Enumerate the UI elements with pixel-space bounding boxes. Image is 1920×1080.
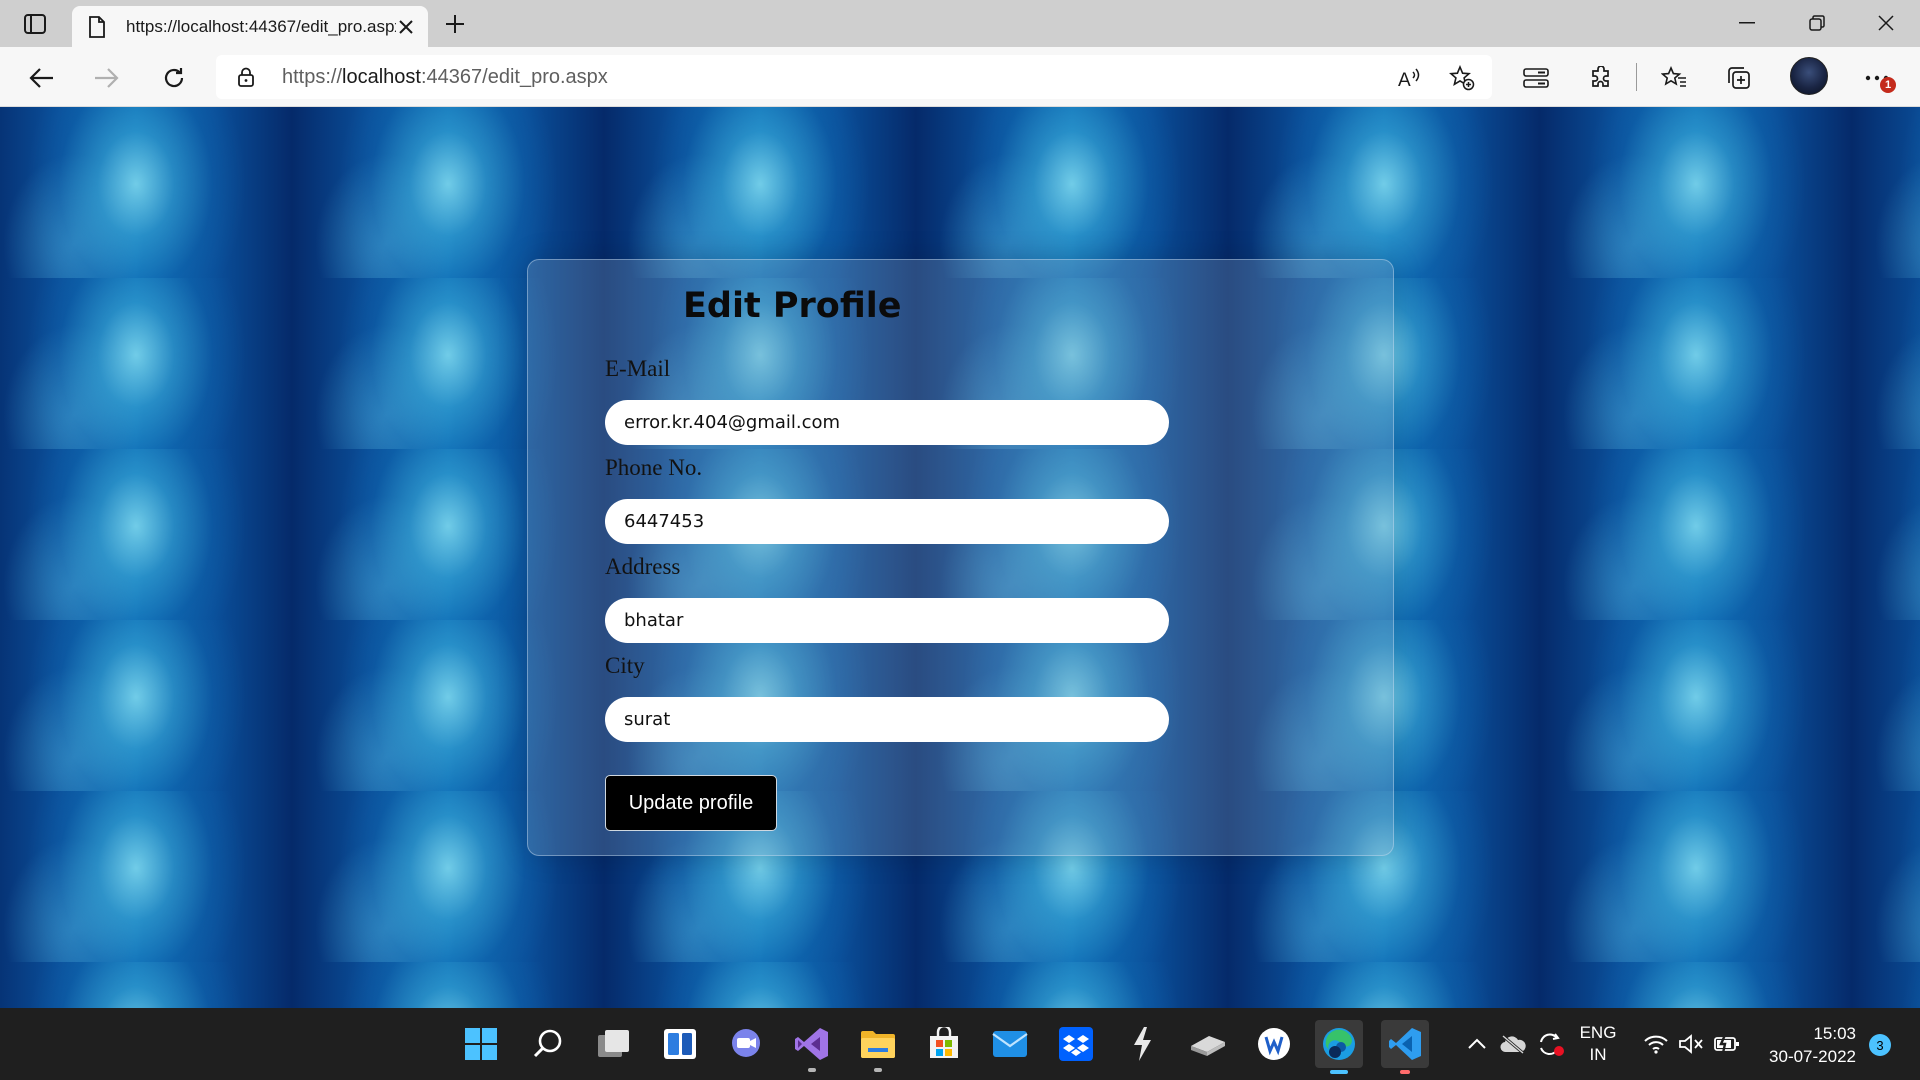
tab-actions-icon[interactable] [18, 10, 52, 38]
lock-icon[interactable] [236, 67, 256, 87]
bolt-app-icon[interactable] [1120, 1022, 1164, 1066]
volume-muted-icon[interactable] [1676, 1008, 1706, 1080]
email-field[interactable] [605, 400, 1169, 445]
profile-avatar[interactable] [1790, 57, 1828, 95]
microsoft-store-icon[interactable] [922, 1022, 966, 1066]
vscode-icon[interactable] [1381, 1020, 1429, 1074]
task-view-icon[interactable] [592, 1022, 636, 1066]
edge-icon[interactable] [1315, 1020, 1363, 1074]
edit-profile-card: Edit Profile E-Mail Phone No. Address Ci… [527, 259, 1394, 856]
page-viewport: Edit Profile E-Mail Phone No. Address Ci… [0, 107, 1920, 1008]
refresh-icon[interactable] [157, 61, 191, 95]
favorites-icon[interactable] [1657, 61, 1691, 95]
email-label: E-Mail [605, 356, 671, 381]
address-bar[interactable]: https://localhost:44367/edit_pro.aspx A [216, 55, 1492, 99]
active-tab[interactable]: https://localhost:44367/edit_pro.aspx [72, 6, 428, 47]
svg-text:A: A [1398, 70, 1411, 90]
show-hidden-icons-icon[interactable] [1464, 1008, 1490, 1080]
url-path: :44367/edit_pro.aspx [420, 66, 608, 88]
teams-chat-icon[interactable] [724, 1022, 768, 1066]
clock-date: 30-07-2022 [1769, 1047, 1856, 1066]
drive-app-icon[interactable] [1186, 1022, 1230, 1066]
browser-toolbar: https://localhost:44367/edit_pro.aspx A … [0, 47, 1920, 107]
language-code: ENG [1579, 1023, 1617, 1042]
dropbox-icon[interactable] [1054, 1022, 1098, 1066]
collections-icon[interactable] [1722, 61, 1756, 95]
url-protocol: https:// [282, 66, 343, 88]
visual-studio-icon[interactable] [790, 1022, 834, 1072]
close-window-icon[interactable] [1866, 8, 1906, 38]
tab-title: https://localhost:44367/edit_pro.aspx [126, 17, 396, 36]
url-text[interactable]: https://localhost:44367/edit_pro.aspx [282, 66, 608, 89]
running-indicator [808, 1068, 816, 1072]
system-clock[interactable]: 15:03 30-07-2022 [1752, 1022, 1856, 1068]
restore-icon[interactable] [1797, 8, 1837, 38]
clock-time: 15:03 [1813, 1024, 1856, 1043]
widgets-icon[interactable] [658, 1022, 702, 1066]
browser-tab-strip: https://localhost:44367/edit_pro.aspx [0, 0, 1920, 47]
windows-taskbar: ENG IN 15:03 30-07-2022 3 [0, 1008, 1920, 1080]
file-explorer-icon[interactable] [856, 1022, 900, 1072]
add-favorite-icon[interactable] [1448, 64, 1476, 92]
page-icon [88, 16, 106, 38]
sync-status-icon[interactable] [1534, 1008, 1568, 1080]
running-indicator [1400, 1070, 1410, 1074]
page-title: Edit Profile [683, 286, 902, 326]
url-host: localhost [342, 66, 421, 88]
new-tab-button[interactable] [440, 10, 470, 38]
minimize-icon[interactable] [1727, 8, 1767, 38]
city-field[interactable] [605, 697, 1169, 742]
notification-count-badge[interactable]: 3 [1869, 1034, 1891, 1056]
running-indicator [1330, 1070, 1348, 1074]
phone-label: Phone No. [605, 455, 703, 480]
toolbar-divider [1636, 63, 1637, 91]
back-icon[interactable] [24, 61, 58, 95]
notification-badge: 1 [1880, 77, 1896, 93]
extensions-icon[interactable] [1584, 61, 1618, 95]
onedrive-icon[interactable] [1496, 1008, 1530, 1080]
wps-app-icon[interactable] [1252, 1022, 1296, 1066]
running-indicator [874, 1068, 882, 1072]
split-screen-icon[interactable] [1519, 61, 1553, 95]
close-tab-icon[interactable] [394, 15, 418, 39]
wifi-icon[interactable] [1641, 1008, 1671, 1080]
address-field[interactable] [605, 598, 1169, 643]
read-aloud-icon[interactable]: A [1396, 64, 1424, 92]
update-profile-button[interactable]: Update profile [605, 775, 777, 831]
battery-icon[interactable] [1712, 1008, 1742, 1080]
forward-icon[interactable] [90, 61, 124, 95]
phone-field[interactable] [605, 499, 1169, 544]
address-label: Address [605, 554, 681, 579]
start-icon[interactable] [459, 1022, 503, 1066]
city-label: City [605, 653, 645, 678]
language-indicator[interactable]: ENG IN [1578, 1022, 1618, 1066]
region-code: IN [1589, 1045, 1607, 1064]
mail-icon[interactable] [988, 1022, 1032, 1066]
search-icon[interactable] [526, 1022, 570, 1066]
